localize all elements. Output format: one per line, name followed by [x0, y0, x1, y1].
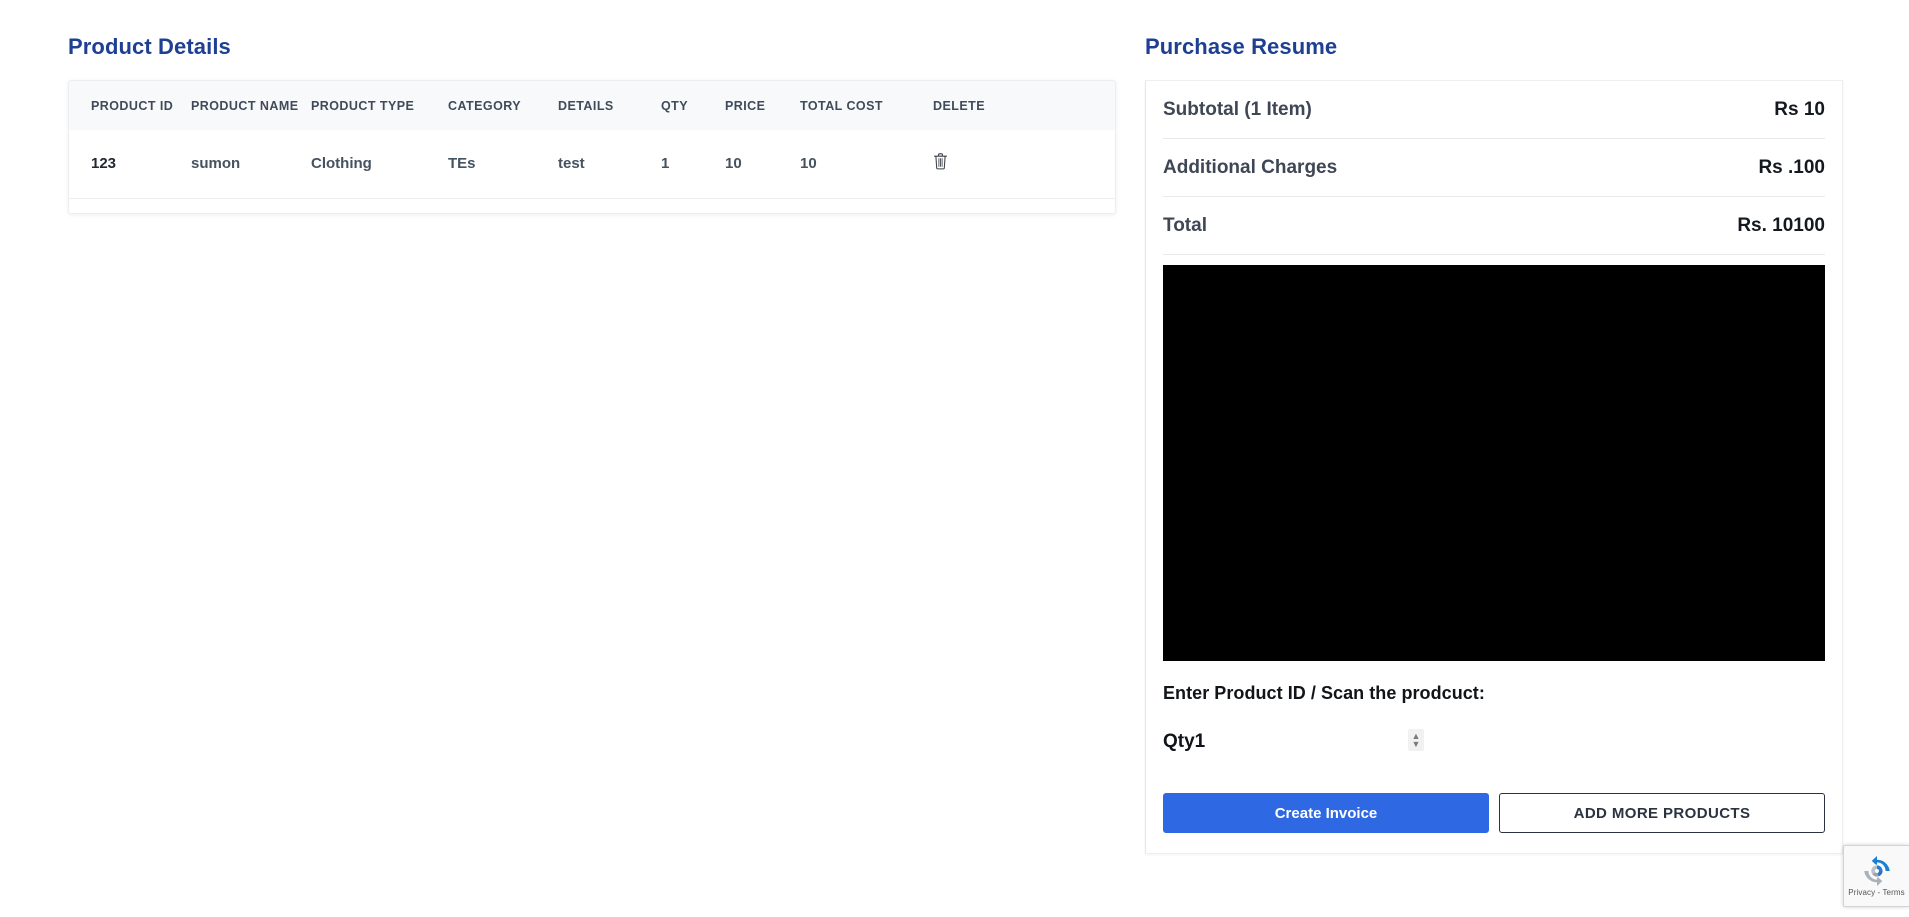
summary-row-subtotal: Subtotal (1 Item) Rs 10: [1163, 81, 1825, 140]
quantity-stepper[interactable]: ▲ ▼: [1408, 729, 1424, 752]
table-row: 123 sumon Clothing TEs test 1 10 10: [69, 130, 1115, 200]
additional-charges-label: Additional Charges: [1163, 157, 1338, 179]
chevron-down-icon[interactable]: ▼: [1412, 740, 1421, 749]
recaptcha-badge[interactable]: Privacy - Terms: [1843, 845, 1909, 907]
add-more-products-button[interactable]: ADD MORE PRODUCTS: [1499, 793, 1825, 834]
product-table: PRODUCT ID PRODUCT NAME PRODUCT TYPE CAT…: [69, 81, 1115, 200]
card-footer-space: [69, 199, 1115, 214]
column-qty: QTY: [661, 99, 689, 114]
page-title: Product Details: [68, 34, 231, 59]
total-value: Rs. 10100: [1737, 215, 1825, 237]
scan-product-label: Enter Product ID / Scan the prodcuct:: [1163, 683, 1485, 704]
cell-total-cost: 10: [800, 130, 933, 200]
quantity-row: Qty1 ▲ ▼: [1163, 729, 1825, 755]
product-details-card: PRODUCT ID PRODUCT NAME PRODUCT TYPE CAT…: [68, 80, 1116, 215]
cell-product-id: 123: [69, 130, 191, 200]
cell-product-name: sumon: [191, 130, 311, 200]
cell-delete: [933, 130, 1115, 200]
recaptcha-icon: [1863, 855, 1890, 886]
subtotal-value: Rs 10: [1774, 99, 1825, 121]
trash-icon: [933, 153, 948, 170]
cell-price: 10: [725, 130, 800, 200]
invoice-page: Product Details PRODUCT ID PRODUCT NAME …: [0, 0, 1909, 917]
column-product-name: PRODUCT NAME: [191, 99, 299, 114]
additional-charges-value: Rs .100: [1758, 157, 1825, 179]
action-button-row: Create Invoice ADD MORE PRODUCTS: [1163, 793, 1825, 834]
table-header-row: PRODUCT ID PRODUCT NAME PRODUCT TYPE CAT…: [69, 81, 1115, 131]
delete-row-button[interactable]: [933, 152, 948, 170]
barcode-scanner-video[interactable]: [1163, 265, 1825, 662]
purchase-resume-section: Purchase Resume Subtotal (1 Item) Rs 10 …: [1145, 34, 1843, 855]
summary-row-additional-charges: Additional Charges Rs .100: [1163, 139, 1825, 198]
table-header: PRODUCT ID PRODUCT NAME PRODUCT TYPE CAT…: [69, 81, 1115, 131]
cell-product-type: Clothing: [311, 130, 448, 200]
cell-qty: 1: [661, 130, 725, 200]
purchase-resume-title: Purchase Resume: [1145, 34, 1338, 59]
column-details: DETAILS: [558, 99, 614, 114]
quantity-label: Qty1: [1163, 731, 1206, 753]
cell-details: test: [558, 130, 661, 200]
summary-row-total: Total Rs. 10100: [1163, 197, 1825, 256]
purchase-resume-card: Subtotal (1 Item) Rs 10 Additional Charg…: [1145, 80, 1843, 855]
column-product-type: PRODUCT TYPE: [311, 99, 415, 114]
recaptcha-privacy-terms[interactable]: Privacy - Terms: [1848, 888, 1904, 897]
create-invoice-button[interactable]: Create Invoice: [1163, 793, 1489, 834]
product-details-section: Product Details PRODUCT ID PRODUCT NAME …: [68, 34, 1116, 215]
column-total-cost: TOTAL COST: [800, 99, 883, 114]
column-category: CATEGORY: [448, 99, 522, 114]
column-price: PRICE: [725, 99, 766, 114]
total-label: Total: [1163, 215, 1207, 237]
cell-category: TEs: [448, 130, 558, 200]
subtotal-label: Subtotal (1 Item): [1163, 99, 1312, 121]
column-product-id: PRODUCT ID: [91, 99, 174, 114]
column-delete: DELETE: [933, 99, 986, 114]
table-body: 123 sumon Clothing TEs test 1 10 10: [69, 130, 1115, 200]
